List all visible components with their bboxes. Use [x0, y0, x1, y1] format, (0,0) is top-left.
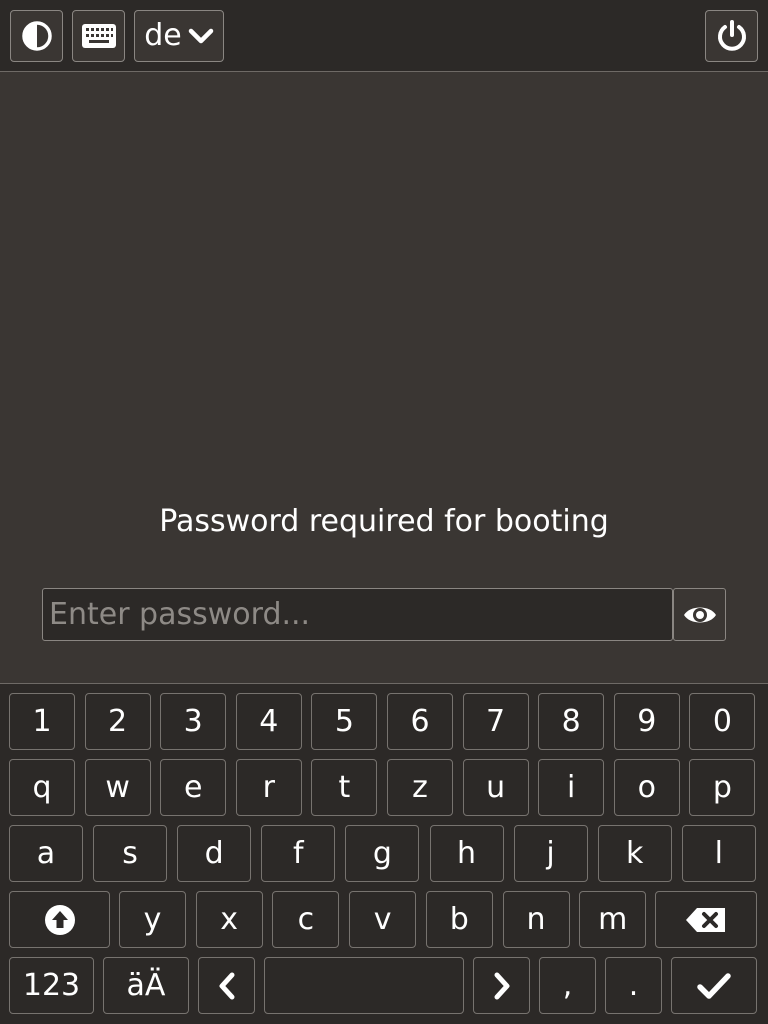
- umlaut-key[interactable]: äÄ: [103, 957, 189, 1014]
- key-b[interactable]: b: [425, 891, 493, 948]
- layout-dropdown[interactable]: de: [134, 10, 224, 62]
- backspace-icon: [686, 907, 725, 932]
- key-h[interactable]: h: [429, 825, 504, 882]
- period-key[interactable]: .: [605, 957, 662, 1014]
- numbers-key[interactable]: 123: [9, 957, 94, 1014]
- on-screen-keyboard: 1234567890 qwertzuiop asdfghjkl yxcvbnm …: [0, 683, 768, 1024]
- keyboard-icon: [81, 24, 116, 48]
- key-5[interactable]: 5: [311, 693, 378, 750]
- key-i[interactable]: i: [538, 759, 605, 816]
- cursor-left-key[interactable]: [198, 957, 255, 1014]
- key-e[interactable]: e: [160, 759, 227, 816]
- space-key[interactable]: [264, 957, 464, 1014]
- key-k[interactable]: k: [597, 825, 672, 882]
- comma-key[interactable]: ,: [539, 957, 596, 1014]
- key-s[interactable]: s: [93, 825, 168, 882]
- key-7[interactable]: 7: [462, 693, 529, 750]
- key-l[interactable]: l: [681, 825, 756, 882]
- keyboard-toggle-button[interactable]: [72, 10, 125, 62]
- key-a[interactable]: a: [9, 825, 83, 882]
- eye-icon: [683, 607, 716, 622]
- backspace-key[interactable]: [655, 891, 757, 948]
- chevron-left-icon: [219, 972, 234, 999]
- password-prompt-message: Password required for booting: [159, 504, 609, 539]
- enter-key[interactable]: [671, 957, 757, 1014]
- layout-label: de: [144, 18, 182, 53]
- key-4[interactable]: 4: [235, 693, 302, 750]
- key-c[interactable]: c: [272, 891, 340, 948]
- key-q[interactable]: q: [9, 759, 75, 816]
- key-r[interactable]: r: [235, 759, 302, 816]
- power-button[interactable]: [705, 10, 758, 62]
- chevron-right-icon: [494, 972, 509, 999]
- key-g[interactable]: g: [345, 825, 420, 882]
- key-8[interactable]: 8: [538, 693, 605, 750]
- cursor-right-key[interactable]: [473, 957, 530, 1014]
- key-y[interactable]: y: [119, 891, 186, 948]
- key-f[interactable]: f: [261, 825, 336, 882]
- shift-icon: [44, 904, 75, 935]
- password-input[interactable]: [42, 588, 673, 641]
- key-d[interactable]: d: [177, 825, 252, 882]
- key-t[interactable]: t: [311, 759, 378, 816]
- key-3[interactable]: 3: [160, 693, 227, 750]
- shift-key[interactable]: [9, 891, 110, 948]
- key-z[interactable]: z: [387, 759, 453, 816]
- reveal-password-button[interactable]: [673, 588, 726, 641]
- key-x[interactable]: x: [195, 891, 263, 948]
- key-w[interactable]: w: [84, 759, 151, 816]
- top-bar: de: [0, 0, 768, 72]
- key-9[interactable]: 9: [613, 693, 680, 750]
- key-0[interactable]: 0: [689, 693, 756, 750]
- checkmark-icon: [697, 972, 731, 999]
- key-j[interactable]: j: [513, 825, 588, 882]
- key-1[interactable]: 1: [9, 693, 75, 750]
- key-p[interactable]: p: [689, 759, 756, 816]
- contrast-icon: [21, 21, 52, 51]
- key-u[interactable]: u: [462, 759, 529, 816]
- key-m[interactable]: m: [579, 891, 647, 948]
- power-icon: [717, 20, 746, 51]
- key-6[interactable]: 6: [387, 693, 453, 750]
- contrast-toggle-button[interactable]: [10, 10, 63, 62]
- key-o[interactable]: o: [613, 759, 680, 816]
- key-v[interactable]: v: [349, 891, 417, 948]
- chevron-down-icon: [188, 28, 213, 44]
- key-n[interactable]: n: [502, 891, 570, 948]
- key-2[interactable]: 2: [84, 693, 151, 750]
